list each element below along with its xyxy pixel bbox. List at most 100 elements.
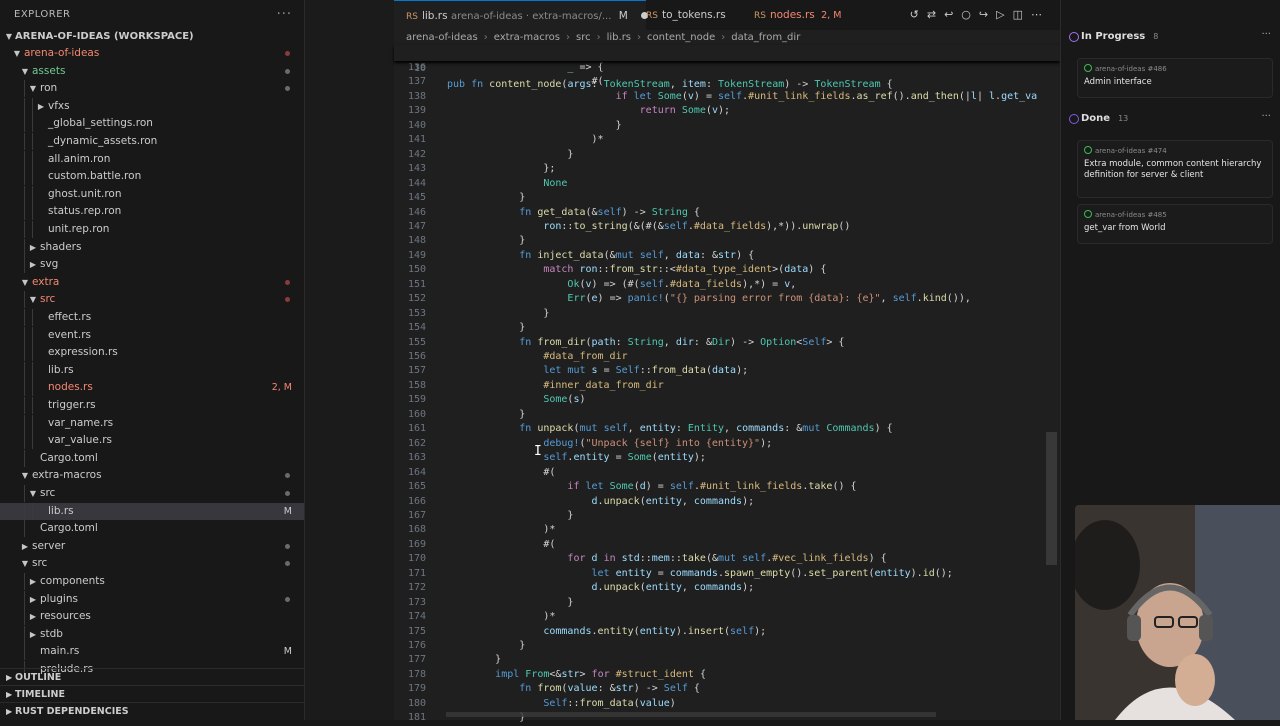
code-line[interactable]: 175 commands.entity(entity).insert(self)… <box>394 625 1060 639</box>
code-line[interactable]: 141 )* <box>394 133 1060 147</box>
code-line[interactable]: 172 d.unpack(entity, commands); <box>394 581 1060 595</box>
code-line[interactable]: 145 } <box>394 191 1060 205</box>
code-line[interactable]: 168 )* <box>394 523 1060 537</box>
breadcrumb-item[interactable]: extra-macros <box>494 32 560 43</box>
tree-item[interactable]: ▶ server <box>0 538 304 555</box>
breadcrumb-item[interactable]: lib.rs <box>607 32 631 43</box>
tree-item[interactable]: custom.battle.ron <box>0 168 304 186</box>
code-line[interactable]: 174 )* <box>394 610 1060 624</box>
code-line[interactable]: 152 Err(e) => panic!("{} parsing error f… <box>394 292 1060 306</box>
chevron-down-icon[interactable]: ▼ <box>20 467 30 484</box>
chevron-down-icon[interactable]: ▼ <box>28 80 38 97</box>
more-icon[interactable]: ⋯ <box>1031 8 1050 21</box>
chevron-down-icon[interactable]: ▼ <box>28 291 38 308</box>
code-line[interactable]: 157 let mut s = Self::from_data(data); <box>394 364 1060 378</box>
code-line[interactable]: 180 Self::from_data(value) <box>394 697 1060 711</box>
chevron-right-icon[interactable]: ▶ <box>28 239 38 256</box>
tree-item[interactable]: ▼ ron <box>0 80 304 98</box>
group-more-icon[interactable]: ··· <box>1261 111 1271 122</box>
timeline-section[interactable]: ▶ TIMELINE <box>0 685 304 703</box>
code-line[interactable]: 150 match ron::from_str::<#data_type_ide… <box>394 263 1060 277</box>
breadcrumb-item[interactable]: arena-of-ideas <box>406 32 478 43</box>
breadcrumb-item[interactable]: src <box>576 32 591 43</box>
code-line[interactable]: 144 None <box>394 177 1060 191</box>
code-line[interactable]: 165 if let Some(d) = self.#unit_link_fie… <box>394 480 1060 494</box>
tree-item[interactable]: ▶ plugins <box>0 590 304 608</box>
chevron-down-icon[interactable]: ▼ <box>20 63 30 80</box>
compare-icon[interactable]: ⇄ <box>927 8 944 21</box>
issue-card[interactable]: arena-of-ideas #485 get_var from World <box>1077 204 1273 244</box>
tree-item[interactable]: ▼ src <box>0 485 304 502</box>
code-line[interactable]: 153 } <box>394 307 1060 321</box>
forward-icon[interactable]: ↪ <box>979 8 996 21</box>
code-line[interactable]: 154 } <box>394 321 1060 335</box>
code-line[interactable]: 173 } <box>394 596 1060 610</box>
tab-lib-rs[interactable]: RS lib.rs arena-of-ideas · extra-macros/.… <box>394 0 649 31</box>
code-line[interactable]: 149 fn inject_data(&mut self, data: &str… <box>394 249 1060 263</box>
horizontal-scrollbar[interactable] <box>446 712 936 717</box>
code-line[interactable]: 178 impl From<&str> for #struct_ident { <box>394 668 1060 682</box>
tree-item[interactable]: trigger.rs <box>0 397 304 414</box>
code-line[interactable]: 167 } <box>394 509 1060 523</box>
more-actions-icon[interactable]: ··· <box>277 7 292 22</box>
tree-item[interactable]: ▶ resources <box>0 608 304 626</box>
tree-item[interactable]: Cargo.toml <box>0 449 304 467</box>
code-line[interactable]: 164 #( <box>394 466 1060 480</box>
chevron-right-icon[interactable]: ▶ <box>28 608 38 625</box>
tree-item[interactable]: ▼ src <box>0 555 304 572</box>
tree-item[interactable]: main.rs M <box>0 643 304 661</box>
tree-item[interactable]: ▶ stdb <box>0 625 304 643</box>
issue-card[interactable]: arena-of-ideas #486 Admin interface <box>1077 58 1273 98</box>
chevron-right-icon[interactable]: ▶ <box>36 98 46 115</box>
tree-item[interactable]: ghost.unit.ron <box>0 185 304 203</box>
tree-item[interactable]: ▼ extra-macros <box>0 467 304 484</box>
group-more-icon[interactable]: ··· <box>1261 29 1271 40</box>
vertical-scrollbar[interactable] <box>1046 432 1057 565</box>
code-line[interactable]: 166 d.unpack(entity, commands); <box>394 495 1060 509</box>
code-line[interactable]: 143 }; <box>394 162 1060 176</box>
code-line[interactable]: 160 } <box>394 408 1060 422</box>
code-line[interactable]: 140 } <box>394 119 1060 133</box>
tree-item[interactable]: var_name.rs <box>0 414 304 432</box>
chevron-right-icon[interactable]: ▶ <box>28 591 38 608</box>
chevron-right-icon[interactable]: ▶ <box>20 538 30 555</box>
code-line[interactable]: 159 Some(s) <box>394 393 1060 407</box>
tree-item[interactable]: var_value.rs <box>0 432 304 450</box>
tree-item[interactable]: unit.rep.ron <box>0 221 304 238</box>
chevron-right-icon[interactable]: ▶ <box>28 256 38 273</box>
code-line[interactable]: 179 fn from(value: &str) -> Self { <box>394 682 1060 696</box>
breadcrumb-item[interactable]: data_from_dir <box>731 32 800 43</box>
chevron-down-icon[interactable]: ▼ <box>12 45 22 62</box>
chevron-down-icon[interactable]: ▼ <box>20 274 30 291</box>
tree-item[interactable]: all.anim.ron <box>0 150 304 168</box>
tree-item[interactable]: _global_settings.ron <box>0 115 304 133</box>
play-icon[interactable]: ▷ <box>996 8 1012 21</box>
code-line[interactable]: 147 ron::to_string(&(#(&self.#data_field… <box>394 220 1060 234</box>
code-line[interactable]: 161 fn unpack(mut self, entity: Entity, … <box>394 422 1060 436</box>
workspace-root[interactable]: ▼ ARENA-OF-IDEAS (WORKSPACE) <box>0 28 304 45</box>
tree-item[interactable]: nodes.rs 2, M <box>0 379 304 397</box>
tab-nodes-rs[interactable]: RS nodes.rs 2, M <box>746 0 854 30</box>
history-icon[interactable]: ↺ <box>910 8 927 21</box>
issue-card[interactable]: arena-of-ideas #474 Extra module, common… <box>1077 140 1273 198</box>
tree-item[interactable]: ▶ shaders <box>0 238 304 256</box>
rust-dependencies-section[interactable]: ▶ RUST DEPENDENCIES <box>0 702 304 720</box>
tree-item[interactable]: ▶ vfxs <box>0 97 304 115</box>
tree-item[interactable]: ▼ arena-of-ideas <box>0 45 304 62</box>
tree-item[interactable]: status.rep.ron <box>0 203 304 221</box>
breadcrumb-item[interactable]: content_node <box>647 32 715 43</box>
chevron-down-icon[interactable]: ▼ <box>20 555 30 572</box>
tree-item[interactable]: expression.rs <box>0 344 304 362</box>
sticky-scroll-line[interactable]: 10 pub fn content_node(args: TokenStream… <box>394 45 1060 90</box>
code-line[interactable]: 162 debug!("Unpack {self} into {entity}"… <box>394 437 1060 451</box>
tree-item[interactable]: event.rs <box>0 326 304 344</box>
code-line[interactable]: 158 #inner_data_from_dir <box>394 379 1060 393</box>
code-line[interactable]: 171 let entity = commands.spawn_empty().… <box>394 567 1060 581</box>
tree-item[interactable]: ▼ assets <box>0 63 304 80</box>
code-line[interactable]: 163 self.entity = Some(entity); <box>394 451 1060 465</box>
tab-to-tokens-rs[interactable]: RS to_tokens.rs <box>638 0 746 30</box>
tree-item[interactable]: Cargo.toml <box>0 520 304 538</box>
chevron-right-icon[interactable]: ▶ <box>28 626 38 643</box>
chevron-right-icon[interactable]: ▶ <box>28 573 38 590</box>
group-in-progress[interactable]: In Progress 8 <box>1069 31 1158 42</box>
